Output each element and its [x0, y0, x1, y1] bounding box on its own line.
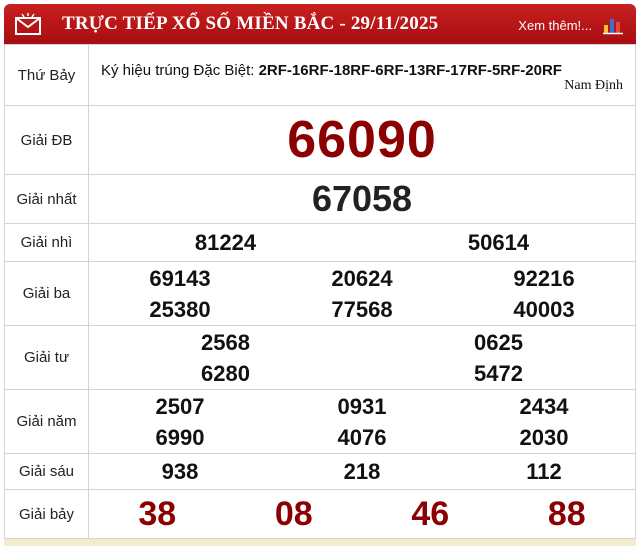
special-symbol-value: 2RF-16RF-18RF-6RF-13RF-17RF-5RF-20RF: [258, 62, 562, 79]
prize-label-nhi: Giải nhì: [4, 223, 89, 262]
first-prize-number: 67058: [311, 178, 413, 219]
fifth-prize-number: 4076: [337, 424, 387, 450]
fifth-prize-number: 2434: [519, 393, 569, 419]
province-name: Nam Định: [564, 78, 623, 93]
sixth-prize-number: 112: [526, 458, 562, 484]
second-prize-number: 81224: [194, 229, 257, 255]
third-prize-number: 40003: [513, 296, 575, 322]
seventh-prize-number: 46: [411, 494, 450, 533]
seventh-prize-number: 08: [274, 494, 313, 533]
special-prize-number: 66090: [287, 111, 437, 169]
lottery-results-widget: TRỰC TIẾP XỔ SỐ MIỀN BẮC - 29/11/2025 Xe…: [0, 0, 640, 546]
day-label: Thứ Bảy: [4, 44, 89, 106]
second-prize-number: 50614: [467, 229, 530, 255]
prize-row-sau: Giải sáu 938 218 112: [4, 453, 636, 490]
info-row: Thứ Bảy Ký hiệu trúng Đặc Biệt: 2RF-16RF…: [4, 44, 636, 106]
seventh-prize-number: 38: [138, 494, 177, 533]
prize-label-tu: Giải tư: [4, 325, 89, 390]
prize-row-nhat: Giải nhất 67058: [4, 174, 636, 224]
results-table: Thứ Bảy Ký hiệu trúng Đặc Biệt: 2RF-16RF…: [4, 44, 636, 539]
prize-row-nhi: Giải nhì 81224 50614: [4, 223, 636, 262]
prize-label-nhat: Giải nhất: [4, 174, 89, 224]
prize-label-nam: Giải năm: [4, 389, 89, 454]
special-symbol-label: Ký hiệu trúng Đặc Biệt:: [101, 62, 255, 79]
sixth-prize-number: 938: [161, 458, 199, 484]
fourth-prize-number: 0625: [474, 329, 523, 355]
prize-label-bay: Giải bảy: [4, 489, 89, 539]
prize-label-db: Giải ĐB: [4, 105, 89, 175]
prize-row-ba: Giải ba 69143 20624 92216 25380 77568 40…: [4, 261, 636, 326]
seventh-prize-number: 88: [547, 494, 586, 533]
third-prize-number: 20624: [331, 265, 393, 291]
third-prize-number: 25380: [149, 296, 211, 322]
bar-chart-icon[interactable]: [602, 13, 624, 35]
fourth-prize-number: 2568: [201, 329, 250, 355]
prize-row-db: Giải ĐB 66090: [4, 105, 636, 175]
third-prize-number: 92216: [513, 265, 575, 291]
prize-label-ba: Giải ba: [4, 261, 89, 326]
fifth-prize-number: 0931: [337, 393, 387, 419]
fifth-prize-number: 2030: [519, 424, 569, 450]
fourth-prize-number: 5472: [474, 360, 523, 386]
sixth-prize-number: 218: [343, 458, 381, 484]
prize-label-sau: Giải sáu: [4, 453, 89, 490]
results-header: TRỰC TIẾP XỔ SỐ MIỀN BẮC - 29/11/2025 Xe…: [4, 4, 636, 44]
third-prize-number: 69143: [149, 265, 211, 291]
see-more-link[interactable]: Xem thêm!...: [518, 18, 592, 33]
fifth-prize-number: 2507: [155, 393, 205, 419]
prize-row-tu: Giải tư 2568 0625 6280 5472: [4, 325, 636, 390]
prize-row-bay: Giải bảy 38 08 46 88: [4, 489, 636, 539]
fifth-prize-number: 6990: [155, 424, 205, 450]
mail-icon: [15, 13, 41, 35]
prize-row-nam: Giải năm 2507 0931 2434 6990 4076 2030: [4, 389, 636, 454]
special-symbol-cell: Ký hiệu trúng Đặc Biệt: 2RF-16RF-18RF-6R…: [88, 44, 636, 106]
third-prize-number: 77568: [331, 296, 393, 322]
page-title: TRỰC TIẾP XỔ SỐ MIỀN BẮC - 29/11/2025: [62, 13, 439, 34]
fourth-prize-number: 6280: [201, 360, 250, 386]
